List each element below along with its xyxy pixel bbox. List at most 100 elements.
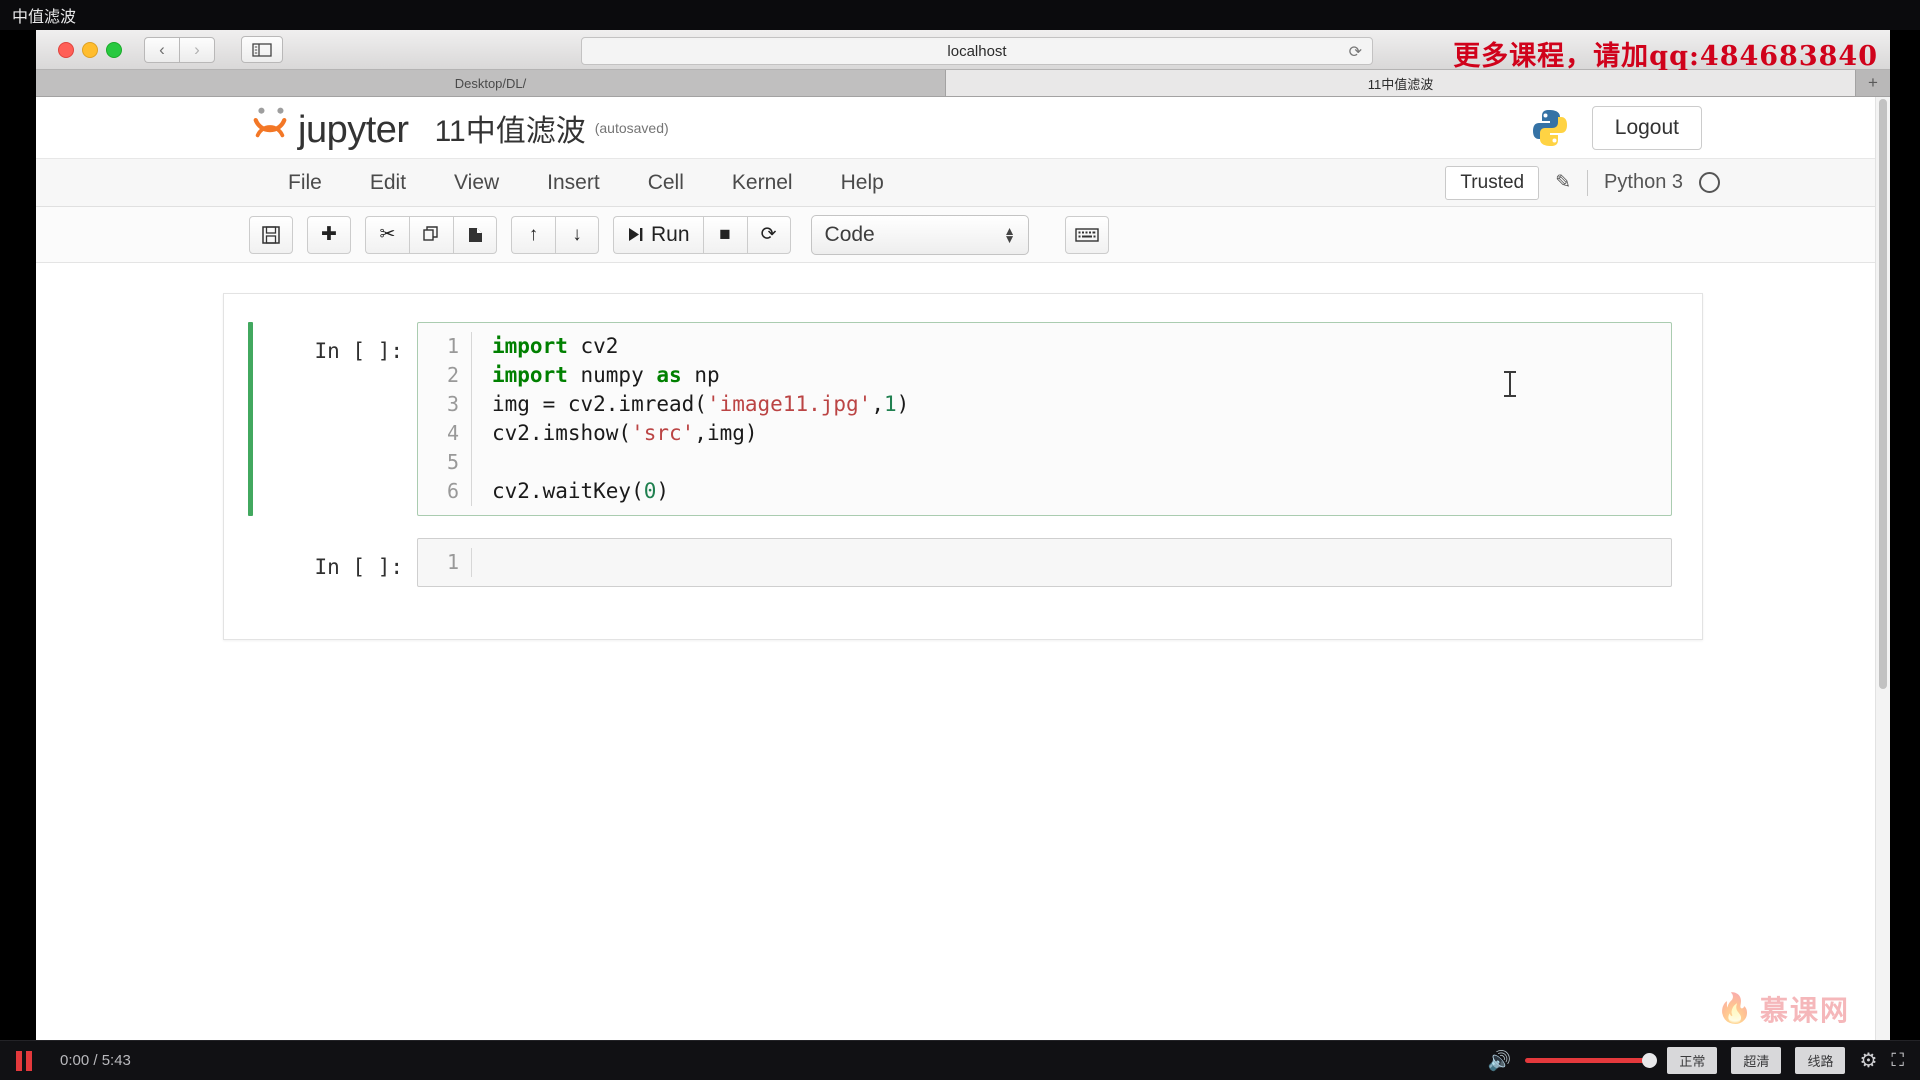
chevron-updown-icon: ▲ ▼	[1003, 223, 1016, 246]
cut-cell-button[interactable]: ✂	[365, 215, 409, 254]
line-number-gutter: 1 2 3 4 5 6	[418, 332, 472, 506]
menu-item-cell[interactable]: Cell	[624, 171, 708, 195]
reload-icon[interactable]: ⟳	[1349, 42, 1362, 62]
run-label: Run	[651, 222, 690, 246]
new-tab-button[interactable]: +	[1856, 70, 1890, 96]
close-window-button[interactable]	[58, 41, 74, 58]
url-address-bar[interactable]: localhost ⟳	[581, 37, 1373, 65]
minimize-window-button[interactable]	[82, 41, 98, 58]
video-controls-bar: 0:00 / 5:43 🔊 正常 超清 线路 ⚙ ⛶	[0, 1040, 1920, 1080]
menu-item-view[interactable]: View	[430, 171, 523, 195]
pencil-icon[interactable]: ✎	[1555, 171, 1571, 194]
quality-button-normal[interactable]: 正常	[1667, 1047, 1718, 1074]
menu-divider	[1587, 169, 1589, 196]
flame-icon: 🔥	[1716, 993, 1753, 1025]
safari-browser-window: ‹ › localhost ⟳ 更多课程，请加qq:484683840 Desk…	[36, 30, 1890, 1040]
menu-item-help[interactable]: Help	[817, 171, 908, 195]
code-line-4: cv2.imshow('src',img)	[492, 421, 758, 445]
line-number: 5	[446, 450, 459, 474]
cell-type-value: Code	[824, 222, 875, 246]
time-display: 0:00 / 5:43	[60, 1052, 131, 1069]
trusted-badge[interactable]: Trusted	[1445, 165, 1540, 200]
jupyter-logo[interactable]: jupyter	[251, 104, 409, 152]
pause-icon	[26, 1050, 32, 1071]
notebook-canvas: In [ ]: 1 2 3 4 5 6 import cv2 import numpy as…	[36, 263, 1890, 640]
move-cell-down-button[interactable]: ↓	[555, 215, 599, 254]
volume-icon[interactable]: 🔊	[1488, 1049, 1512, 1073]
arrow-up-icon: ↑	[528, 223, 539, 245]
code-line-2: import numpy as np	[492, 363, 720, 387]
back-icon: ‹	[159, 39, 165, 59]
menu-item-edit[interactable]: Edit	[346, 171, 430, 195]
insert-cell-below-button[interactable]: ✚	[307, 215, 351, 254]
imooc-brand-text: 慕课网	[1759, 995, 1850, 1026]
save-button[interactable]	[249, 215, 293, 254]
menu-item-file[interactable]: File	[264, 171, 346, 195]
logout-button[interactable]: Logout	[1591, 105, 1702, 150]
cell-type-select[interactable]: Code ▲ ▼	[810, 214, 1029, 255]
run-group: Run ■ ⟳	[613, 215, 791, 254]
move-cell-up-button[interactable]: ↑	[511, 215, 555, 254]
kernel-name-label: Python 3	[1604, 171, 1683, 193]
qq-watermark: 更多课程，请加qq:484683840	[1453, 41, 1878, 72]
code-editor[interactable]: 1 2 3 4 5 6 import cv2 import numpy as np img =…	[417, 322, 1672, 516]
text-cursor-icon	[1504, 371, 1516, 397]
paste-cell-button[interactable]	[453, 215, 497, 254]
save-icon	[262, 225, 280, 244]
menu-item-kernel[interactable]: Kernel	[708, 171, 817, 195]
route-button[interactable]: 线路	[1795, 1047, 1846, 1074]
video-title-bar: 中值滤波	[0, 0, 1920, 30]
line-number: 3	[446, 392, 459, 416]
url-text: localhost	[947, 42, 1007, 60]
keyboard-icon	[1074, 227, 1099, 242]
keyboard-shortcuts-group	[1064, 215, 1109, 254]
browser-tab-notebook[interactable]: 11中值滤波	[946, 70, 1856, 96]
imooc-watermark: 🔥 慕课网	[1717, 989, 1850, 1029]
code-line-1: import cv2	[492, 334, 619, 358]
pause-button[interactable]	[16, 1050, 38, 1071]
notebook-title[interactable]: 11中值滤波	[435, 106, 586, 150]
pause-icon	[16, 1050, 22, 1071]
code-source-text: import cv2 import numpy as np img = cv2.im…	[472, 332, 909, 506]
header-right-controls: Logout	[1528, 105, 1862, 150]
menu-item-insert[interactable]: Insert	[523, 171, 624, 195]
tab-label: Desktop/DL/	[454, 75, 527, 91]
video-title: 中值滤波	[12, 9, 77, 26]
python-logo-icon	[1532, 109, 1567, 146]
code-cell-1[interactable]: In [ ]: 1 2 3 4 5 6 import cv2 import numpy as…	[224, 322, 1702, 516]
video-controls-right: 🔊 正常 超清 线路 ⚙ ⛶	[1488, 1047, 1904, 1074]
sidebar-toggle-button[interactable]	[241, 36, 283, 63]
browser-toolbar: ‹ › localhost ⟳ 更多课程，请加qq:484683840	[36, 30, 1890, 72]
run-cell-button[interactable]: Run	[613, 215, 703, 254]
open-command-palette-button[interactable]	[1064, 215, 1109, 254]
quality-button-hd[interactable]: 超清	[1731, 1047, 1782, 1074]
page-scrollbar[interactable]	[1875, 97, 1890, 1040]
interrupt-kernel-button[interactable]: ■	[702, 215, 747, 254]
code-editor[interactable]: 1	[417, 538, 1672, 587]
forward-button[interactable]: ›	[179, 36, 215, 63]
code-cell-2[interactable]: In [ ]: 1	[224, 538, 1702, 587]
volume-slider[interactable]	[1525, 1053, 1658, 1068]
video-player-page: 中值滤波 ‹ › localhost ⟳ 更多课程，请加qq:484683840…	[0, 0, 1920, 1080]
copy-cell-button[interactable]	[409, 215, 453, 254]
autosave-status: (autosaved)	[594, 119, 669, 136]
arrow-down-icon: ↓	[572, 223, 582, 245]
cell-prompt: In [ ]:	[314, 555, 403, 579]
run-icon	[629, 228, 643, 241]
page-scrollbar-thumb[interactable]	[1879, 99, 1887, 689]
plus-icon: ✚	[321, 224, 337, 245]
maximize-window-button[interactable]	[106, 41, 122, 58]
restart-kernel-button[interactable]: ⟳	[746, 215, 791, 254]
edit-cell-group: ✂	[365, 215, 497, 254]
fullscreen-icon[interactable]: ⛶	[1891, 1050, 1904, 1071]
back-button[interactable]: ‹	[144, 36, 179, 63]
jupyter-wordmark: jupyter	[298, 108, 409, 151]
insert-cell-group: ✚	[307, 215, 351, 254]
plus-icon: +	[1868, 73, 1878, 92]
volume-slider-knob[interactable]	[1642, 1053, 1658, 1068]
code-line-6: cv2.waitKey(0)	[492, 479, 670, 503]
browser-tab-desktop-dl[interactable]: Desktop/DL/	[36, 70, 946, 96]
gear-icon[interactable]: ⚙	[1859, 1048, 1877, 1073]
